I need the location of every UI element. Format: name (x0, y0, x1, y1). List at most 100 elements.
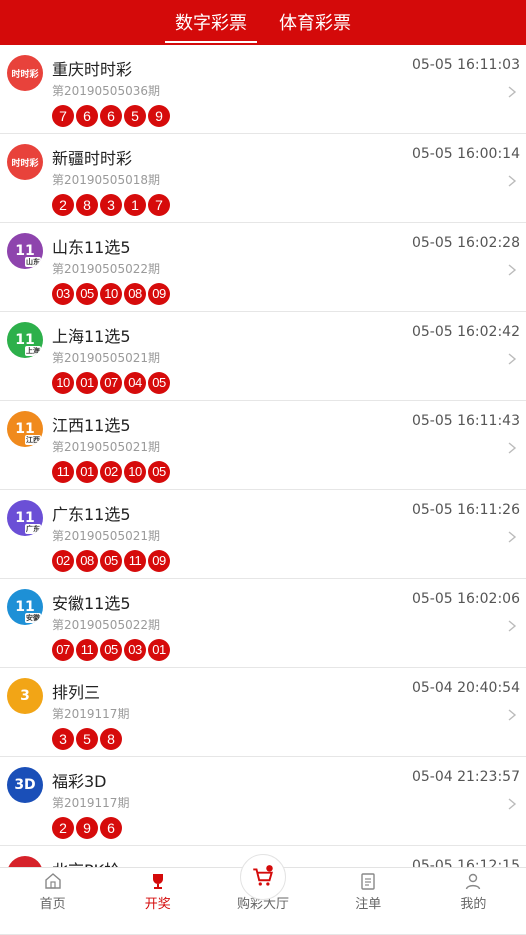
logo-text: 时时彩 (11, 69, 39, 80)
draw-time: 05-05 16:02:06 (411, 591, 520, 607)
winning-numbers: 11 01 02 10 05 (52, 461, 172, 483)
lottery-row[interactable]: 3D 福彩3D 第2019117期 05-04 21:23:57 2 9 6 (0, 757, 526, 846)
chevron-right-icon (508, 442, 517, 454)
number-ball: 5 (124, 105, 146, 127)
winning-numbers: 10 01 07 04 05 (52, 372, 172, 394)
number-ball: 01 (148, 639, 170, 661)
draw-time: 05-05 16:02:28 (411, 235, 520, 251)
number-ball: 05 (148, 372, 170, 394)
winning-numbers: 03 05 10 08 09 (52, 283, 172, 305)
number-ball: 10 (124, 461, 146, 483)
number-ball: 08 (124, 283, 146, 305)
lottery-issue: 第20190505021期 (52, 440, 160, 454)
number-ball: 2 (52, 194, 74, 216)
number-ball: 10 (52, 372, 74, 394)
number-ball: 11 (52, 461, 74, 483)
fc3d-logo-icon: 3D (7, 767, 43, 803)
number-ball: 05 (76, 283, 98, 305)
lottery-name: 重庆时时彩 (52, 60, 133, 79)
lottery-name: 福彩3D (52, 772, 107, 791)
nav-draw-label: 开奖 (144, 897, 171, 912)
number-ball: 11 (76, 639, 98, 661)
lottery-name: 上海11选5 (52, 327, 131, 346)
number-ball: 6 (76, 105, 98, 127)
number-ball: 3 (52, 728, 74, 750)
winning-numbers: 358 (52, 728, 124, 750)
lottery-row[interactable]: 时时彩 重庆时时彩 第20190505036期 05-05 16:11:03 7 6 6 5 9 (0, 45, 526, 134)
number-ball: 07 (100, 372, 122, 394)
lottery-name: 江西11选5 (52, 416, 131, 435)
bottom-nav: 首页 开奖 购彩大厅 注单 我的 (0, 854, 526, 918)
number-ball: 7 (52, 105, 74, 127)
logo-sub-text: 安徽 (25, 613, 41, 623)
lottery-row[interactable]: 11 安徽 安徽11选5 第20190505022期 05-05 16:02:06 07 1… (0, 579, 526, 668)
winning-numbers: 02 08 05 11 09 (52, 550, 172, 572)
lottery-row[interactable]: 11 上海 上海11选5 第20190505021期 05-05 16:02:42 10 0… (0, 312, 526, 401)
tab-sports-lottery[interactable]: 体育彩票 (269, 9, 361, 45)
chevron-right-icon (508, 531, 517, 543)
winning-numbers: 07 11 05 03 01 (52, 639, 172, 661)
number-ball: 2 (52, 817, 74, 839)
lottery-row[interactable]: 11 广东 广东11选5 第20190505021期 05-05 16:11:26 02 0… (0, 490, 526, 579)
number-ball: 9 (148, 105, 170, 127)
chevron-right-icon (508, 264, 517, 276)
lottery-issue: 第20190505021期 (52, 529, 160, 543)
number-ball: 09 (148, 283, 170, 305)
cqssc-logo-icon: 时时彩 (7, 55, 43, 91)
number-ball: 8 (100, 728, 122, 750)
draw-time: 05-05 16:00:14 (411, 146, 520, 162)
lottery-row[interactable]: 时时彩 新疆时时彩 第20190505018期 05-05 16:00:14 2 8 3 1 7 (0, 134, 526, 223)
lottery-row[interactable]: 11 山东 山东11选5 第20190505022期 05-05 16:02:28 03 0… (0, 223, 526, 312)
lottery-issue: 第20190505018期 (52, 173, 160, 187)
number-ball: 04 (124, 372, 146, 394)
lottery-name: 安徽11选5 (52, 594, 131, 613)
nav-orders-label: 注单 (355, 897, 382, 912)
top-header: 数字彩票 体育彩票 (0, 0, 526, 45)
lottery-issue: 第2019117期 (52, 707, 130, 721)
logo-text: 3D (14, 777, 36, 793)
jx11x5-logo-icon: 11 江西 (7, 411, 43, 447)
clipboard-icon (361, 873, 375, 890)
lottery-issue: 第2019117期 (52, 796, 130, 810)
lottery-row[interactable]: 3 排列三 第2019117期 05-04 20:40:54 3 5 8 (0, 668, 526, 757)
number-ball: 1 (124, 194, 146, 216)
number-ball: 08 (76, 550, 98, 572)
nav-profile-label: 我的 (460, 897, 487, 912)
nav-profile[interactable]: 我的 (421, 868, 526, 918)
number-ball: 09 (148, 550, 170, 572)
xjssc-logo-icon: 时时彩 (7, 144, 43, 180)
number-ball: 01 (76, 372, 98, 394)
logo-text: 时时彩 (11, 158, 39, 169)
draw-time: 05-05 16:11:43 (411, 413, 520, 429)
pl3-logo-icon: 3 (7, 678, 43, 714)
cart-bump (240, 854, 286, 900)
number-ball: 07 (52, 639, 74, 661)
winning-numbers: 28317 (52, 194, 172, 216)
nav-draw-results[interactable]: 开奖 (105, 868, 210, 918)
lottery-issue: 第20190505036期 (52, 84, 160, 98)
chevron-right-icon (508, 620, 517, 632)
number-ball: 03 (124, 639, 146, 661)
winning-numbers: 296 (52, 817, 124, 839)
logo-text: 3 (20, 688, 30, 704)
tab-digital-lottery[interactable]: 数字彩票 (165, 9, 257, 45)
number-ball: 5 (76, 728, 98, 750)
nav-home[interactable]: 首页 (0, 868, 105, 918)
number-ball: 10 (100, 283, 122, 305)
lottery-issue: 第20190505021期 (52, 351, 160, 365)
chevron-right-icon (508, 353, 517, 365)
draw-time: 05-05 16:11:26 (411, 502, 520, 518)
chevron-right-icon (508, 86, 517, 98)
nav-orders[interactable]: 注单 (316, 868, 421, 918)
ah11x5-logo-icon: 11 安徽 (7, 589, 43, 625)
number-ball: 7 (148, 194, 170, 216)
number-ball: 6 (100, 105, 122, 127)
logo-sub-text: 广东 (25, 524, 41, 534)
number-ball: 11 (124, 550, 146, 572)
nav-home-label: 首页 (39, 897, 66, 912)
nav-lottery-hall[interactable]: 购彩大厅 (210, 854, 315, 918)
number-ball: 01 (76, 461, 98, 483)
number-ball: 9 (76, 817, 98, 839)
gd11x5-logo-icon: 11 广东 (7, 500, 43, 536)
lottery-row[interactable]: 11 江西 江西11选5 第20190505021期 05-05 16:11:43 11 0… (0, 401, 526, 490)
